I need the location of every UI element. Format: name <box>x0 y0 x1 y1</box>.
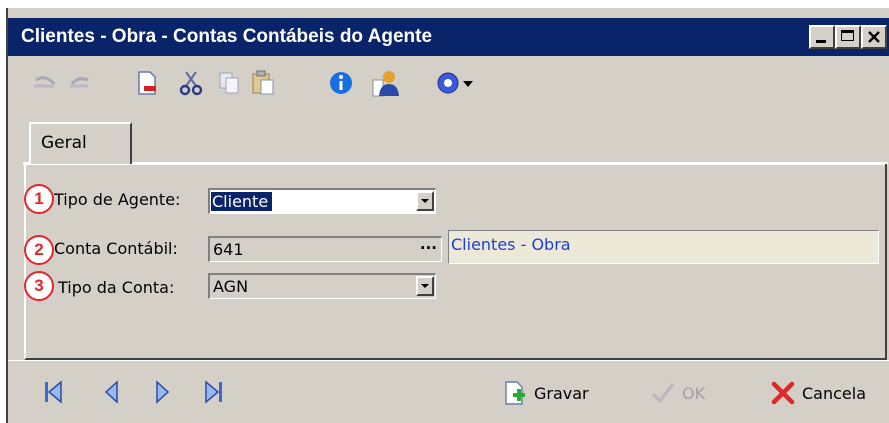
paste-icon <box>252 70 274 95</box>
close-button[interactable] <box>861 25 887 49</box>
save-label: Gravar <box>534 383 589 403</box>
info-button[interactable] <box>326 68 356 98</box>
maximize-button[interactable] <box>835 25 861 49</box>
tab-label: Geral <box>41 133 87 153</box>
user-icon <box>372 71 399 97</box>
conta-contabil-description-text: Clientes - Obra <box>451 235 571 254</box>
copy-icon <box>219 72 239 94</box>
save-button[interactable]: Gravar <box>502 378 589 408</box>
cancel-icon <box>771 381 795 405</box>
chevron-down-icon <box>463 81 473 87</box>
tipo-agente-label: Tipo de Agente: <box>54 190 181 209</box>
copy-button[interactable] <box>214 68 244 98</box>
cut-icon <box>179 71 203 96</box>
conta-contabil-description: Clientes - Obra <box>448 230 879 264</box>
help-dropdown[interactable] <box>460 68 478 98</box>
tipo-agente-value: Cliente <box>211 192 273 211</box>
lookup-ellipsis-button[interactable]: ··· <box>420 239 437 257</box>
next-record-button[interactable] <box>154 380 170 408</box>
new-document-icon <box>138 71 156 95</box>
conta-contabil-label: Conta Contábil: <box>54 239 178 258</box>
last-record-button[interactable] <box>204 380 224 408</box>
first-record-button[interactable] <box>44 380 64 408</box>
toolbar <box>8 64 889 104</box>
info-icon <box>330 72 352 94</box>
undo-icon <box>34 76 56 88</box>
agent-button[interactable] <box>370 68 400 98</box>
redo-button[interactable] <box>64 68 94 98</box>
previous-record-icon <box>104 380 118 404</box>
tipo-agente-select[interactable]: Cliente <box>208 188 436 214</box>
window-controls <box>809 25 887 49</box>
cancel-button[interactable]: Cancela <box>770 378 866 408</box>
last-record-icon <box>205 380 222 404</box>
tipo-conta-select[interactable]: AGN <box>208 273 436 299</box>
tipo-conta-label: Tipo da Conta: <box>58 278 175 297</box>
redo-icon <box>70 77 89 88</box>
tab-geral[interactable]: Geral <box>29 122 132 164</box>
marker-2: 2 <box>24 235 54 265</box>
close-icon <box>868 31 880 43</box>
window-title: Clientes - Obra - Contas Contábeis do Ag… <box>21 26 433 47</box>
ok-label: OK <box>682 383 706 403</box>
cancel-label: Cancela <box>802 383 867 403</box>
new-record-button[interactable] <box>132 68 162 98</box>
tipo-agente-dropdown-button[interactable] <box>416 191 434 211</box>
footer-divider <box>8 360 889 361</box>
next-record-icon <box>156 380 170 404</box>
minimize-button[interactable] <box>809 25 835 49</box>
first-record-icon <box>45 380 62 404</box>
marker-3: 3 <box>24 271 54 301</box>
conta-contabil-field[interactable]: 641 ··· <box>208 236 442 262</box>
undo-button[interactable] <box>30 68 60 98</box>
cut-button[interactable] <box>176 68 206 98</box>
paste-button[interactable] <box>248 68 278 98</box>
check-icon <box>651 383 675 404</box>
conta-contabil-value: 641 <box>213 240 244 259</box>
save-icon <box>505 381 525 405</box>
minimize-icon <box>816 40 826 43</box>
ok-button[interactable]: OK <box>650 378 705 408</box>
title-bar[interactable]: Clientes - Obra - Contas Contábeis do Ag… <box>8 18 889 56</box>
marker-1: 1 <box>24 184 54 214</box>
maximize-icon <box>841 30 854 41</box>
dialog-window: Clientes - Obra - Contas Contábeis do Ag… <box>6 8 889 423</box>
previous-record-button[interactable] <box>104 380 120 408</box>
tipo-conta-value: AGN <box>213 277 249 296</box>
tipo-conta-dropdown-button[interactable] <box>416 276 434 296</box>
